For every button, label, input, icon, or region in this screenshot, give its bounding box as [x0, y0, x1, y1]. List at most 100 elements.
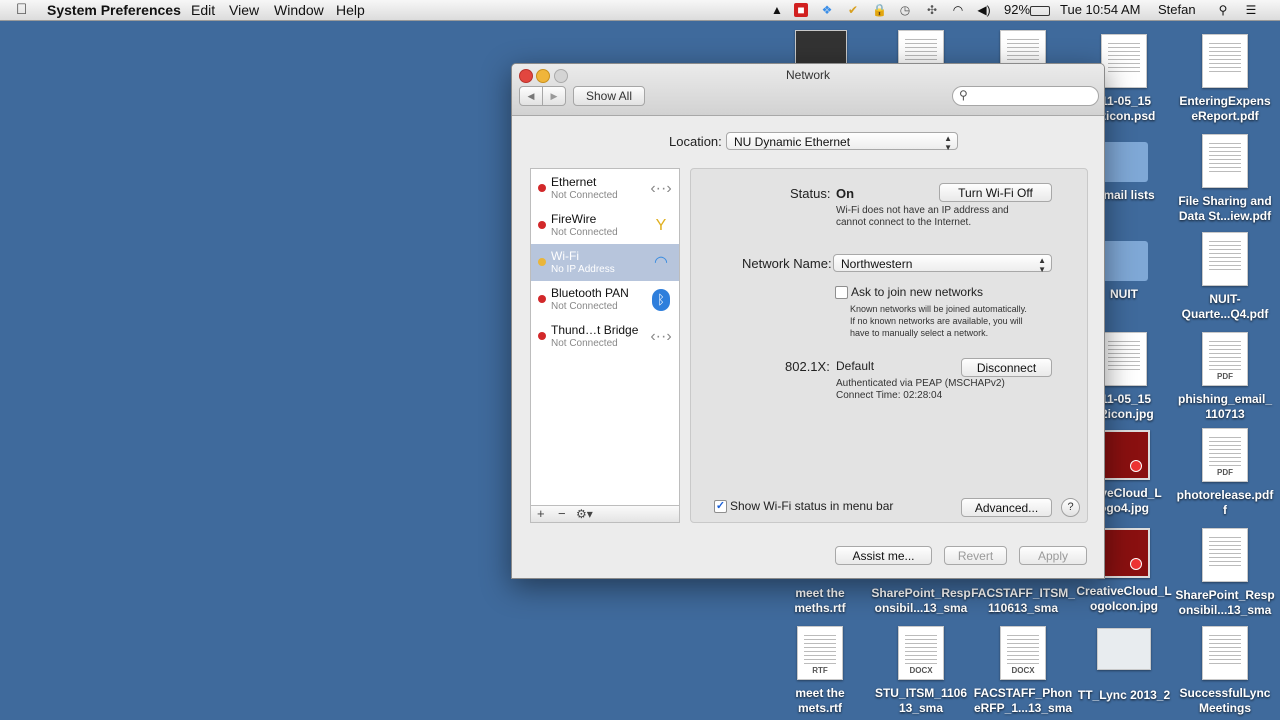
desktop-icon-label: meet the mets.rtf	[795, 686, 845, 715]
show-status-label: Show Wi-Fi status in menu bar	[730, 499, 894, 513]
image-file-icon	[1098, 430, 1150, 480]
add-service-button[interactable]: +	[537, 506, 545, 522]
pdf-file-icon: PDF	[1202, 428, 1248, 482]
volume-icon[interactable]: ◀)	[977, 3, 991, 17]
menu-view[interactable]: View	[229, 2, 259, 18]
wifi-icon: ◠	[654, 254, 668, 271]
desktop-icon[interactable]: PDF phishing_email_ 110713	[1173, 332, 1277, 422]
desktop-icon[interactable]: DOCX STU_ITSM_1106 13_sma	[869, 626, 973, 716]
service-status: No IP Address	[551, 264, 615, 275]
docx-file-icon: DOCX	[898, 626, 944, 680]
dot1x-value: Default	[836, 359, 875, 373]
network-arrows-icon[interactable]: ✣	[925, 3, 939, 17]
desktop-icon[interactable]: FACSTAFF_ITSM_ 110613_sma	[971, 586, 1075, 616]
window-toolbar: Network ◀ ▶ Show All ⚲	[512, 64, 1104, 116]
certificate-image-icon	[1097, 628, 1151, 670]
desktop-icon[interactable]: SharePoint_Resp onsibil...13_sma	[1173, 528, 1277, 618]
service-name: Wi-Fi	[551, 249, 579, 263]
status-dot-icon	[538, 258, 546, 266]
menu-app-name[interactable]: System Preferences	[47, 2, 181, 18]
service-list[interactable]: Ethernet Not Connected ‹··› FireWire Not…	[530, 168, 680, 506]
desktop-icon[interactable]: TT_Lync 2013_2	[1072, 626, 1176, 703]
document-icon	[1202, 626, 1248, 680]
battery-icon[interactable]	[1030, 6, 1050, 16]
apply-button[interactable]: Apply	[1019, 546, 1087, 565]
desktop-icon[interactable]: NUIT- Quarte...Q4.pdf	[1173, 232, 1277, 322]
bluetooth-icon: ᛒ	[652, 289, 670, 311]
spotlight-search-icon[interactable]: ⚲	[1216, 3, 1230, 17]
revert-button[interactable]: Revert	[944, 546, 1007, 565]
lock-icon[interactable]: 🔒	[872, 3, 887, 17]
menu-user[interactable]: Stefan	[1158, 2, 1196, 17]
status-value: On	[836, 186, 855, 201]
status-dot-icon	[538, 332, 546, 340]
google-drive-icon[interactable]: ▲	[770, 3, 784, 17]
desktop-icon[interactable]: SuccessfulLync Meetings	[1173, 626, 1277, 716]
task-check-icon[interactable]: ✔	[846, 3, 860, 17]
service-item-ethernet[interactable]: Ethernet Not Connected ‹··›	[531, 170, 679, 207]
document-icon	[898, 30, 944, 69]
ask-join-description: Known networks will be joined automatica…	[850, 304, 1027, 314]
disconnect-button[interactable]: Disconnect	[961, 358, 1052, 377]
document-icon	[1202, 232, 1248, 286]
network-name-select[interactable]: Northwestern ▲ ▼	[833, 254, 1052, 274]
menu-help[interactable]: Help	[336, 2, 365, 18]
time-machine-icon[interactable]: ◷	[898, 3, 912, 17]
notification-center-icon[interactable]: ☰	[1244, 3, 1258, 17]
adobe-icon[interactable]: ■	[794, 3, 808, 17]
popup-arrows-icon: ▲ ▼	[944, 134, 952, 152]
auth-method: Authenticated via PEAP (MSCHAPv2)	[836, 378, 1005, 389]
back-arrow-icon[interactable]: ◀	[519, 86, 543, 106]
menu-clock[interactable]: Tue 10:54 AM	[1060, 2, 1140, 17]
desktop-icon-label: TT_Lync 2013_2	[1077, 688, 1171, 702]
desktop-icon-label: SharePoint_Resp onsibil...13_sma	[1175, 588, 1275, 617]
menu-window[interactable]: Window	[274, 2, 324, 18]
gear-menu-icon[interactable]: ⚙▾	[576, 506, 593, 522]
search-field[interactable]: ⚲	[952, 86, 1099, 106]
desktop-icon[interactable]: DOCX FACSTAFF_Phon eRFP_1...13_sma	[971, 626, 1075, 716]
status-dot-icon	[538, 184, 546, 192]
desktop-icon[interactable]: File Sharing and Data St...iew.pdf	[1173, 134, 1277, 224]
ask-join-checkbox[interactable]	[835, 286, 848, 299]
service-item-bluetooth-pan[interactable]: Bluetooth PAN Not Connected ᛒ	[531, 281, 679, 318]
dropbox-icon[interactable]: ❖	[820, 3, 834, 17]
rtf-file-icon: RTF	[797, 626, 843, 680]
service-item-firewire[interactable]: FireWire Not Connected Y	[531, 207, 679, 244]
wifi-detail-panel: Status: On Turn Wi-Fi Off Wi-Fi does not…	[690, 168, 1088, 523]
desktop-icon[interactable]: meet the meths.rtf	[768, 586, 872, 616]
desktop-icon[interactable]: PDF photorelease.pdf f	[1173, 428, 1277, 518]
show-all-button[interactable]: Show All	[573, 86, 645, 106]
desktop-icon[interactable]	[971, 30, 1075, 69]
desktop-icon[interactable]: EnteringExpens eReport.pdf	[1173, 34, 1277, 124]
network-name-label: Network Name:	[742, 256, 832, 271]
ethernet-arrows-icon: ‹··›	[650, 180, 672, 197]
connect-time: Connect Time: 02:28:04	[836, 390, 943, 401]
location-label: Location:	[669, 134, 722, 149]
desktop-icon[interactable]: SharePoint_Resp onsibil...13_sma	[869, 586, 973, 616]
turn-wifi-off-button[interactable]: Turn Wi-Fi Off	[939, 183, 1052, 202]
menu-edit[interactable]: Edit	[191, 2, 215, 18]
location-select[interactable]: NU Dynamic Ethernet ▲ ▼	[726, 132, 958, 152]
desktop-icon-label: meet the meths.rtf	[794, 586, 846, 615]
show-status-checkbox[interactable]: ✓	[714, 500, 727, 513]
service-item-thunderbolt-bridge[interactable]: Thund…t Bridge Not Connected ‹··›	[531, 318, 679, 355]
remove-service-button[interactable]: −	[558, 506, 566, 522]
ask-join-description: If no known networks are available, you …	[850, 316, 1023, 326]
desktop-icon-label: SharePoint_Resp onsibil...13_sma	[871, 586, 971, 615]
apple-menu-icon[interactable]: 	[16, 1, 27, 18]
document-icon	[1202, 134, 1248, 188]
service-status: Not Connected	[551, 190, 618, 201]
desktop-icon[interactable]: RTF meet the mets.rtf	[768, 626, 872, 716]
assist-me-button[interactable]: Assist me...	[835, 546, 932, 565]
forward-arrow-icon[interactable]: ▶	[542, 86, 566, 106]
service-item-wifi[interactable]: Wi-Fi No IP Address ◠	[531, 244, 679, 281]
desktop-icon[interactable]	[869, 30, 973, 69]
popup-arrows-icon: ▲ ▼	[1038, 256, 1046, 274]
desktop-icon-label: NUIT- Quarte...Q4.pdf	[1181, 292, 1269, 321]
help-button[interactable]: ?	[1061, 498, 1080, 517]
search-input[interactable]	[975, 88, 1094, 102]
desktop-icon-label: STU_ITSM_1106 13_sma	[874, 686, 968, 715]
wifi-menu-icon[interactable]: ◠	[951, 3, 965, 17]
status-description: Wi-Fi does not have an IP address and	[836, 205, 1009, 216]
advanced-button[interactable]: Advanced...	[961, 498, 1052, 517]
